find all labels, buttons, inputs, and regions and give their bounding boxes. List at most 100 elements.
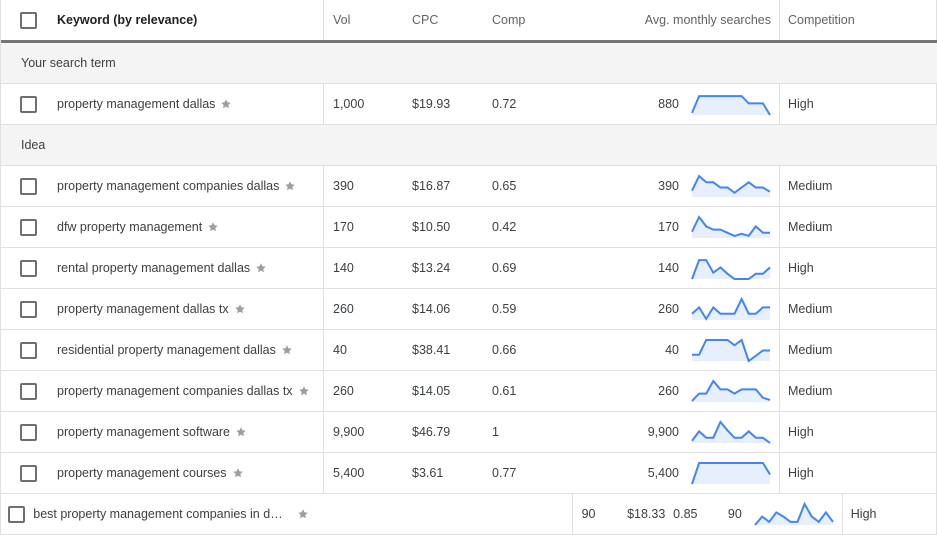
avg-monthly-searches-value: 140	[658, 261, 679, 275]
group-label: Idea	[21, 138, 46, 152]
keyword-text: property management companies dallas	[57, 179, 280, 193]
avg-monthly-searches-cell: 9,900	[582, 412, 780, 452]
comp-cell: 0.65	[492, 179, 517, 193]
star-icon[interactable]	[235, 426, 247, 438]
keyword-text: rental property management dallas	[57, 261, 251, 275]
keyword-text: best property management companies in d…	[33, 507, 283, 521]
competition-cell: High	[780, 412, 937, 452]
column-header-avg-monthly-searches[interactable]: Avg. monthly searches	[582, 0, 780, 40]
keyword-cell: property management software	[57, 412, 324, 452]
keyword-text: property management dallas	[57, 97, 216, 111]
keyword-cell: residential property management dallas	[57, 330, 324, 370]
row-select-cell	[1, 453, 57, 493]
competition-cell: High	[780, 84, 937, 124]
row-checkbox[interactable]	[20, 382, 37, 400]
row-select-cell	[1, 412, 57, 452]
avg-monthly-searches-value: 260	[658, 302, 679, 316]
comp-cell: 0.59	[492, 302, 517, 316]
competition-cell: Medium	[780, 371, 937, 411]
row-checkbox[interactable]	[8, 505, 26, 523]
trend-sparkline-fill	[692, 463, 770, 484]
comp-cell: 0.66	[492, 343, 517, 357]
vol-cell: 140	[333, 261, 354, 275]
star-icon[interactable]	[281, 344, 293, 356]
avg-monthly-searches-value: 90	[727, 507, 742, 521]
table-body: Your search term property management dal…	[1, 43, 937, 535]
column-header-competition[interactable]: Competition	[780, 0, 937, 40]
vol-cell: 1,000	[333, 97, 365, 111]
keyword-row: property management companies dallas tx …	[1, 371, 937, 412]
keyword-text: property management courses	[57, 466, 227, 480]
row-checkbox[interactable]	[20, 464, 37, 482]
row-checkbox[interactable]	[20, 423, 37, 441]
comp-cell: 0.42	[492, 220, 517, 234]
row-checkbox[interactable]	[20, 341, 37, 359]
avg-monthly-searches-cell: 260	[582, 289, 780, 329]
keyword-row: rental property management dallas 140 $1…	[1, 248, 937, 289]
row-checkbox[interactable]	[20, 300, 37, 318]
vol-cell: 9,900	[333, 425, 365, 439]
star-icon[interactable]	[220, 98, 232, 110]
column-header-cpc[interactable]: CPC	[412, 0, 492, 40]
cpc-cell: $14.06	[412, 302, 451, 316]
cpc-cell: $16.87	[412, 179, 451, 193]
keyword-row: property management companies dallas 390…	[1, 166, 937, 207]
star-icon[interactable]	[255, 262, 267, 274]
row-select-cell	[1, 330, 57, 370]
avg-monthly-searches-cell: 390	[582, 166, 780, 206]
competition-cell: Medium	[780, 166, 937, 206]
group-label: Your search term	[21, 56, 116, 70]
star-icon[interactable]	[207, 221, 219, 233]
comp-cell: 0.61	[492, 384, 517, 398]
trend-sparkline	[691, 95, 771, 116]
competition-cell: Medium	[780, 330, 937, 370]
keyword-cell: property management courses	[57, 453, 324, 493]
trend-sparkline-fill	[692, 299, 770, 320]
keyword-row: property management dallas 1,000 $19.93 …	[1, 84, 937, 125]
avg-monthly-searches-cell: 880	[582, 84, 780, 124]
row-checkbox[interactable]	[20, 259, 37, 277]
row-select-cell	[1, 248, 57, 288]
competition-cell: High	[780, 248, 937, 288]
select-all-cell	[1, 0, 57, 40]
keyword-cell: property management companies dallas tx	[57, 371, 324, 411]
comp-cell: 1	[492, 425, 499, 439]
row-checkbox[interactable]	[20, 218, 37, 236]
trend-sparkline-fill	[692, 96, 770, 115]
column-header-vol[interactable]: Vol	[324, 0, 412, 40]
avg-monthly-searches-value: 40	[665, 343, 679, 357]
comp-cell: 0.77	[492, 466, 517, 480]
star-icon[interactable]	[232, 467, 244, 479]
row-checkbox[interactable]	[20, 95, 37, 113]
competition-cell: High	[843, 494, 937, 534]
keyword-cell: property management dallas	[57, 84, 324, 124]
cpc-cell: $38.41	[412, 343, 451, 357]
avg-monthly-searches-cell: 5,400	[582, 453, 780, 493]
keyword-ideas-table: Keyword (by relevance) Vol CPC Comp Avg.…	[0, 0, 937, 535]
comp-cell: 0.69	[492, 261, 517, 275]
star-icon[interactable]	[297, 508, 309, 520]
vol-cell: 260	[333, 384, 354, 398]
trend-sparkline	[691, 215, 770, 238]
column-header-comp[interactable]: Comp	[492, 0, 582, 40]
keyword-cell: property management companies dallas	[57, 166, 324, 206]
star-icon[interactable]	[234, 303, 246, 315]
cpc-cell: $14.05	[412, 384, 451, 398]
trend-sparkline	[691, 462, 771, 485]
row-select-cell	[1, 371, 57, 411]
star-icon[interactable]	[284, 180, 296, 192]
select-all-checkbox[interactable]	[20, 11, 37, 29]
avg-monthly-searches-value: 390	[658, 179, 679, 193]
vol-cell: 390	[333, 179, 354, 193]
row-checkbox[interactable]	[20, 177, 37, 195]
vol-cell: 40	[333, 343, 347, 357]
avg-monthly-searches-value: 9,900	[647, 425, 679, 439]
cpc-cell: $19.93	[412, 97, 451, 111]
keyword-text: residential property management dallas	[57, 343, 276, 357]
avg-monthly-searches-cell: 40	[582, 330, 780, 370]
comp-cell: 0.72	[492, 97, 517, 111]
keyword-row: property management courses 5,400 $3.61 …	[1, 453, 937, 494]
row-select-cell	[1, 289, 57, 329]
star-icon[interactable]	[298, 385, 310, 397]
column-header-keyword[interactable]: Keyword (by relevance)	[57, 0, 324, 40]
